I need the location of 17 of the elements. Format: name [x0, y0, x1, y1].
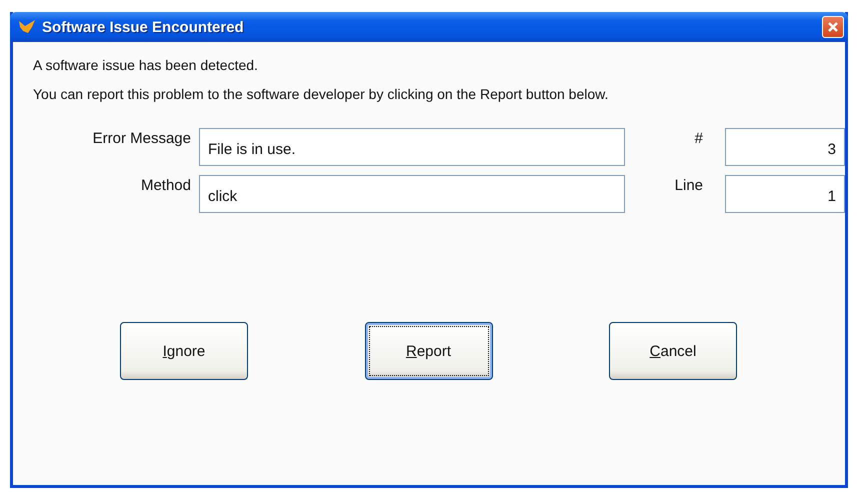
close-icon: [826, 20, 840, 34]
field-label: #: [694, 129, 704, 147]
dialog-button[interactable]: Cancel: [609, 322, 737, 380]
field-label: Method: [140, 176, 191, 194]
dialog-button[interactable]: Ignore: [120, 322, 248, 380]
input-field[interactable]: 1: [725, 175, 845, 213]
message-text: A software issue has been detected.: [33, 56, 259, 75]
close-button[interactable]: [822, 16, 844, 38]
input-field[interactable]: 3: [725, 128, 845, 166]
fox-icon: [18, 18, 36, 36]
field-label: Error Message: [92, 129, 191, 147]
window-title: Software Issue Encountered: [42, 18, 245, 36]
input-field[interactable]: File is in use.: [199, 128, 625, 166]
input-field[interactable]: click: [199, 175, 625, 213]
message-text: You can report this problem to the software developer by clicking on the Report button below.: [33, 85, 610, 104]
dialog-button[interactable]: Report: [364, 322, 492, 380]
field-label: Line: [674, 176, 704, 194]
